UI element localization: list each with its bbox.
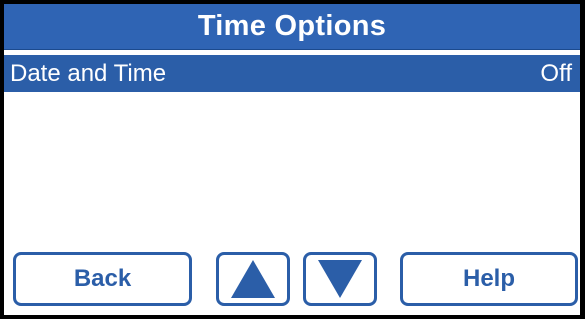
menu-item-date-and-time[interactable]: Date and Time Off <box>4 55 580 92</box>
display-screen: Time Options Date and Time Off Back Help <box>4 4 580 315</box>
help-button[interactable]: Help <box>400 252 578 306</box>
scroll-up-button[interactable] <box>216 252 290 306</box>
back-button[interactable]: Back <box>13 252 192 306</box>
title-bar: Time Options <box>4 4 580 50</box>
down-arrow-icon <box>318 260 362 298</box>
page-title: Time Options <box>197 10 387 42</box>
back-button-label: Back <box>73 265 132 292</box>
up-arrow-icon <box>231 260 275 298</box>
menu-item-label: Date and Time <box>10 59 167 87</box>
menu-item-value: Off <box>540 59 572 87</box>
help-button-label: Help <box>462 265 515 292</box>
scroll-down-button[interactable] <box>303 252 377 306</box>
